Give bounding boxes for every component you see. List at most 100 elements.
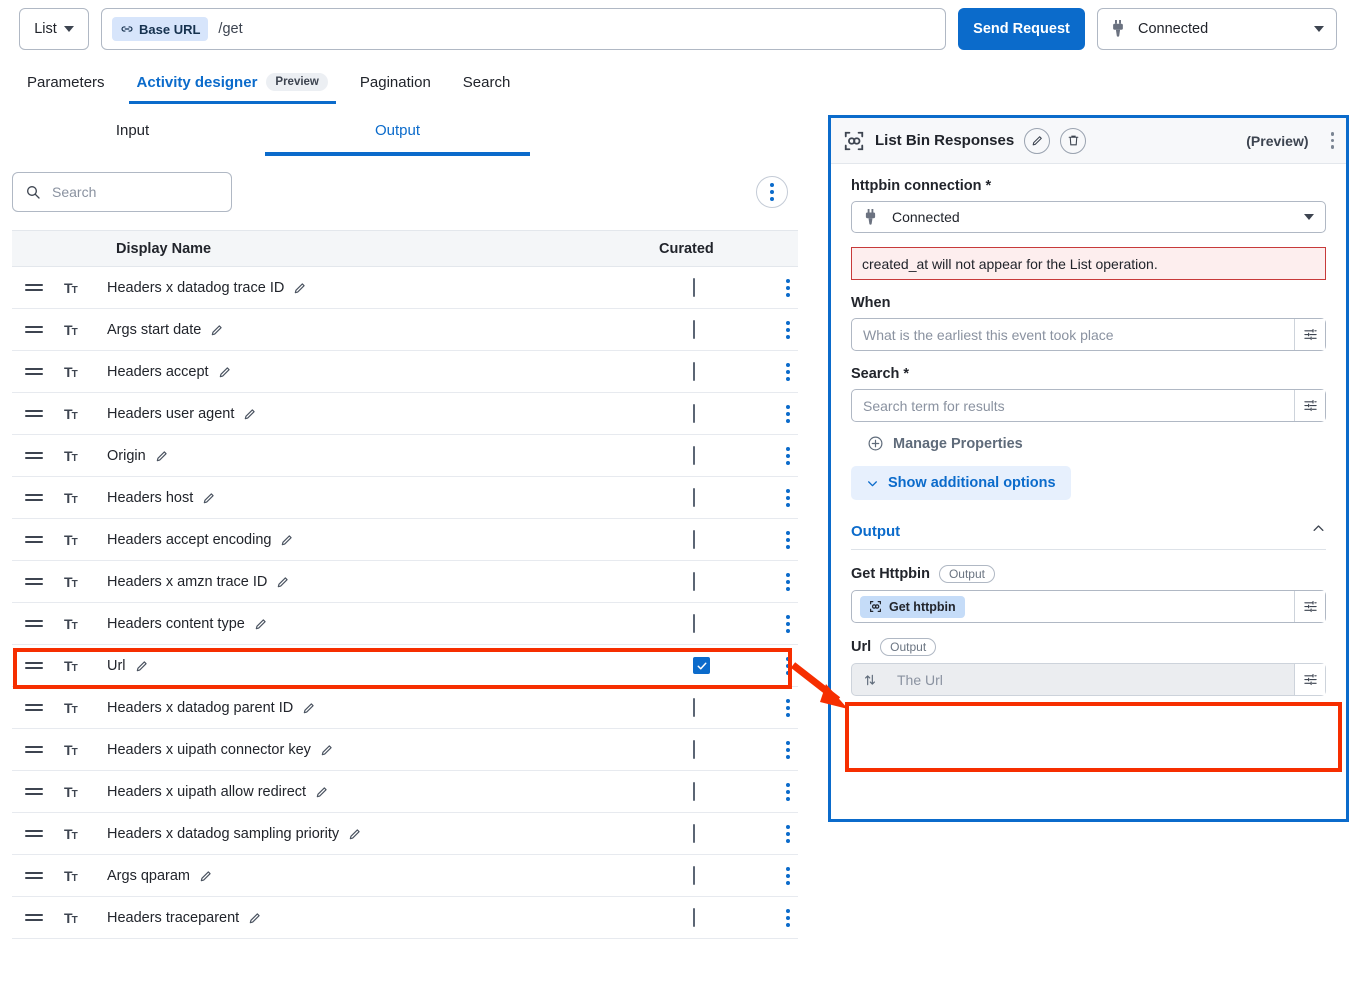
connection-select[interactable]: Connected xyxy=(1097,8,1337,50)
drag-handle-icon[interactable] xyxy=(25,914,43,921)
output-input-wrap[interactable]: Get httpbin xyxy=(851,590,1326,623)
table-row[interactable]: TT Headers accept xyxy=(12,351,798,393)
row-menu-button[interactable] xyxy=(786,782,790,801)
table-row[interactable]: TT Headers x uipath connector key xyxy=(12,729,798,771)
output-value-input[interactable] xyxy=(886,664,1294,695)
curated-checkbox[interactable] xyxy=(693,907,695,927)
curated-checkbox[interactable] xyxy=(693,487,695,507)
table-row[interactable]: TT Args start date xyxy=(12,309,798,351)
curated-checkbox[interactable] xyxy=(693,657,710,674)
output-expression-button[interactable] xyxy=(1294,591,1325,622)
show-additional-options-button[interactable]: Show additional options xyxy=(851,466,1071,500)
curated-checkbox[interactable] xyxy=(693,571,695,591)
send-request-button[interactable]: Send Request xyxy=(958,8,1085,50)
row-menu-button[interactable] xyxy=(786,866,790,885)
row-menu-button[interactable] xyxy=(786,824,790,843)
base-url-chip[interactable]: Base URL xyxy=(112,17,209,41)
row-menu-button[interactable] xyxy=(786,740,790,759)
table-row[interactable]: TT Args qparam xyxy=(12,855,798,897)
drag-handle-icon[interactable] xyxy=(25,284,43,291)
panel-connection-select[interactable]: Connected xyxy=(851,201,1326,233)
row-menu-button[interactable] xyxy=(786,488,790,507)
drag-handle-icon[interactable] xyxy=(25,662,43,669)
panel-search-input-wrap[interactable] xyxy=(851,389,1326,422)
manage-properties-button[interactable]: Manage Properties xyxy=(851,435,1326,452)
curated-checkbox[interactable] xyxy=(693,361,695,381)
table-row[interactable]: TT Headers x amzn trace ID xyxy=(12,561,798,603)
edit-row-button[interactable] xyxy=(348,827,362,841)
table-row[interactable]: TT Headers accept encoding xyxy=(12,519,798,561)
table-row[interactable]: TT Origin xyxy=(12,435,798,477)
drag-handle-icon[interactable] xyxy=(25,872,43,879)
edit-row-button[interactable] xyxy=(199,869,213,883)
drag-handle-icon[interactable] xyxy=(25,452,43,459)
curated-checkbox[interactable] xyxy=(693,613,695,633)
curated-checkbox[interactable] xyxy=(693,781,695,801)
row-menu-button[interactable] xyxy=(786,530,790,549)
edit-row-button[interactable] xyxy=(302,701,316,715)
table-row[interactable]: TT Headers host xyxy=(12,477,798,519)
edit-row-button[interactable] xyxy=(202,491,216,505)
curated-checkbox[interactable] xyxy=(693,277,695,297)
row-menu-button[interactable] xyxy=(786,278,790,297)
output-input-wrap[interactable] xyxy=(851,663,1326,696)
curated-checkbox[interactable] xyxy=(693,403,695,423)
row-menu-button[interactable] xyxy=(786,572,790,591)
row-menu-button[interactable] xyxy=(786,362,790,381)
edit-activity-button[interactable] xyxy=(1024,127,1051,154)
edit-row-button[interactable] xyxy=(254,617,268,631)
drag-handle-icon[interactable] xyxy=(25,578,43,585)
tab-parameters[interactable]: Parameters xyxy=(11,60,121,104)
output-section-header[interactable]: Output xyxy=(851,521,1326,550)
tab-output[interactable]: Output xyxy=(265,112,530,156)
panel-search-input[interactable] xyxy=(852,390,1294,421)
edit-row-button[interactable] xyxy=(276,575,290,589)
operation-select[interactable]: List xyxy=(19,8,89,50)
table-options-button[interactable] xyxy=(756,176,788,208)
edit-row-button[interactable] xyxy=(155,449,169,463)
edit-row-button[interactable] xyxy=(243,407,257,421)
drag-handle-icon[interactable] xyxy=(25,788,43,795)
tab-input[interactable]: Input xyxy=(0,112,265,152)
edit-row-button[interactable] xyxy=(218,365,232,379)
table-row[interactable]: TT Headers x uipath allow redirect xyxy=(12,771,798,813)
tab-activity-designer[interactable]: Activity designer Preview xyxy=(121,60,344,104)
curated-checkbox[interactable] xyxy=(693,319,695,339)
output-expression-button[interactable] xyxy=(1294,664,1325,695)
drag-handle-icon[interactable] xyxy=(25,368,43,375)
row-menu-button[interactable] xyxy=(786,698,790,717)
curated-checkbox[interactable] xyxy=(693,823,695,843)
search-expression-button[interactable] xyxy=(1294,390,1325,421)
curated-checkbox[interactable] xyxy=(693,697,695,717)
table-row[interactable]: TT Headers user agent xyxy=(12,393,798,435)
url-input[interactable]: Base URL /get xyxy=(101,8,946,50)
row-menu-button[interactable] xyxy=(786,614,790,633)
row-menu-button[interactable] xyxy=(786,908,790,927)
table-row[interactable]: TT Headers traceparent xyxy=(12,897,798,939)
drag-handle-icon[interactable] xyxy=(25,830,43,837)
row-menu-button[interactable] xyxy=(786,404,790,423)
search-input[interactable] xyxy=(50,183,200,201)
table-row[interactable]: TT Headers x datadog trace ID xyxy=(12,267,798,309)
drag-handle-icon[interactable] xyxy=(25,746,43,753)
delete-activity-button[interactable] xyxy=(1060,127,1087,154)
drag-handle-icon[interactable] xyxy=(25,704,43,711)
edit-row-button[interactable] xyxy=(320,743,334,757)
table-row[interactable]: TT Headers x datadog sampling priority xyxy=(12,813,798,855)
table-row[interactable]: TT Headers x datadog parent ID xyxy=(12,687,798,729)
drag-handle-icon[interactable] xyxy=(25,410,43,417)
edit-row-button[interactable] xyxy=(135,659,149,673)
curated-checkbox[interactable] xyxy=(693,739,695,759)
tab-search[interactable]: Search xyxy=(447,60,527,104)
edit-row-button[interactable] xyxy=(315,785,329,799)
row-menu-button[interactable] xyxy=(786,320,790,339)
drag-handle-icon[interactable] xyxy=(25,620,43,627)
curated-checkbox[interactable] xyxy=(693,865,695,885)
drag-handle-icon[interactable] xyxy=(25,326,43,333)
edit-row-button[interactable] xyxy=(248,911,262,925)
curated-checkbox[interactable] xyxy=(693,445,695,465)
row-menu-button[interactable] xyxy=(786,656,790,675)
edit-row-button[interactable] xyxy=(280,533,294,547)
edit-row-button[interactable] xyxy=(293,281,307,295)
tab-pagination[interactable]: Pagination xyxy=(344,60,447,104)
